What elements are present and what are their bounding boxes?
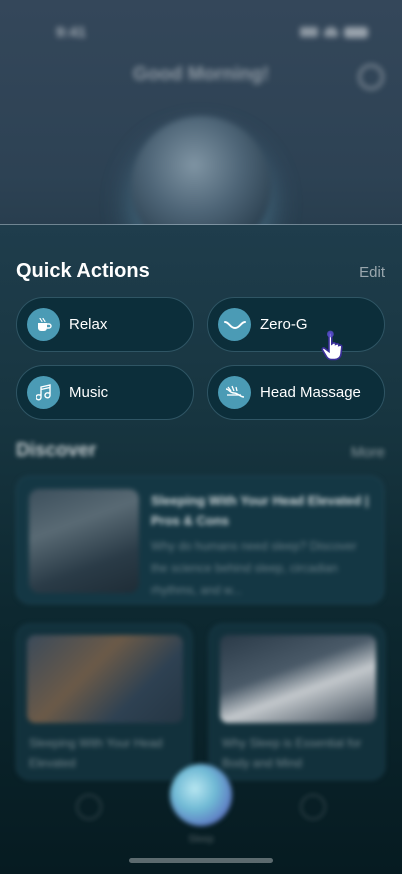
wifi-icon	[324, 27, 338, 37]
quick-action-zero-g[interactable]: Zero-G	[207, 297, 385, 352]
quick-actions-title: Quick Actions	[16, 260, 150, 282]
pointer-cursor-icon	[321, 330, 343, 361]
music-note-icon	[27, 376, 60, 409]
quick-action-label: Head Massage	[260, 384, 361, 401]
tab-sleep-orb[interactable]	[170, 764, 232, 826]
head-massage-wave-icon	[218, 376, 251, 409]
coffee-cup-icon	[27, 308, 60, 341]
quick-action-relax[interactable]: Relax	[16, 297, 194, 352]
article-card[interactable]: Why Sleep is Essential for Body and Mind	[209, 624, 385, 780]
quick-action-music[interactable]: Music	[16, 365, 194, 420]
quick-action-label: Music	[69, 384, 109, 401]
edit-button[interactable]: Edit	[359, 264, 385, 281]
settings-icon[interactable]	[358, 64, 384, 90]
status-bar: 9:41	[0, 18, 402, 46]
discover-title: Discover	[16, 440, 97, 461]
battery-icon	[344, 26, 368, 38]
article-thumbnail	[27, 635, 183, 723]
quick-action-label: Relax	[69, 316, 108, 333]
cellular-signal-icon	[300, 27, 318, 37]
article-title: Why Sleep is Essential for Body and Mind	[222, 736, 362, 770]
article-card[interactable]: Sleeping With Your Head Elevated	[16, 624, 192, 780]
tab-center-label: Sleep	[188, 834, 214, 845]
article-thumbnail	[29, 489, 139, 593]
tab-profile-icon[interactable]	[300, 794, 326, 820]
tab-home-icon[interactable]	[76, 794, 102, 820]
article-title: Sleeping With Your Head Elevated	[29, 736, 163, 770]
article-description: Why do humans need sleep? Discover the s…	[151, 539, 357, 597]
featured-article-card[interactable]: Sleeping With Your Head Elevated | Pros …	[16, 476, 384, 604]
quick-action-head-massage[interactable]: Head Massage	[207, 365, 385, 420]
status-icons	[300, 26, 368, 38]
status-time: 9:41	[56, 23, 87, 41]
more-button[interactable]: More	[351, 444, 385, 461]
article-thumbnail	[220, 635, 376, 723]
background-header: 9:41 Good Morning!	[0, 0, 402, 256]
home-indicator	[129, 858, 273, 863]
zero-gravity-curve-icon	[218, 308, 251, 341]
quick-action-label: Zero-G	[260, 316, 308, 333]
greeting-title: Good Morning!	[132, 64, 270, 85]
article-title: Sleeping With Your Head Elevated | Pros …	[151, 493, 369, 528]
